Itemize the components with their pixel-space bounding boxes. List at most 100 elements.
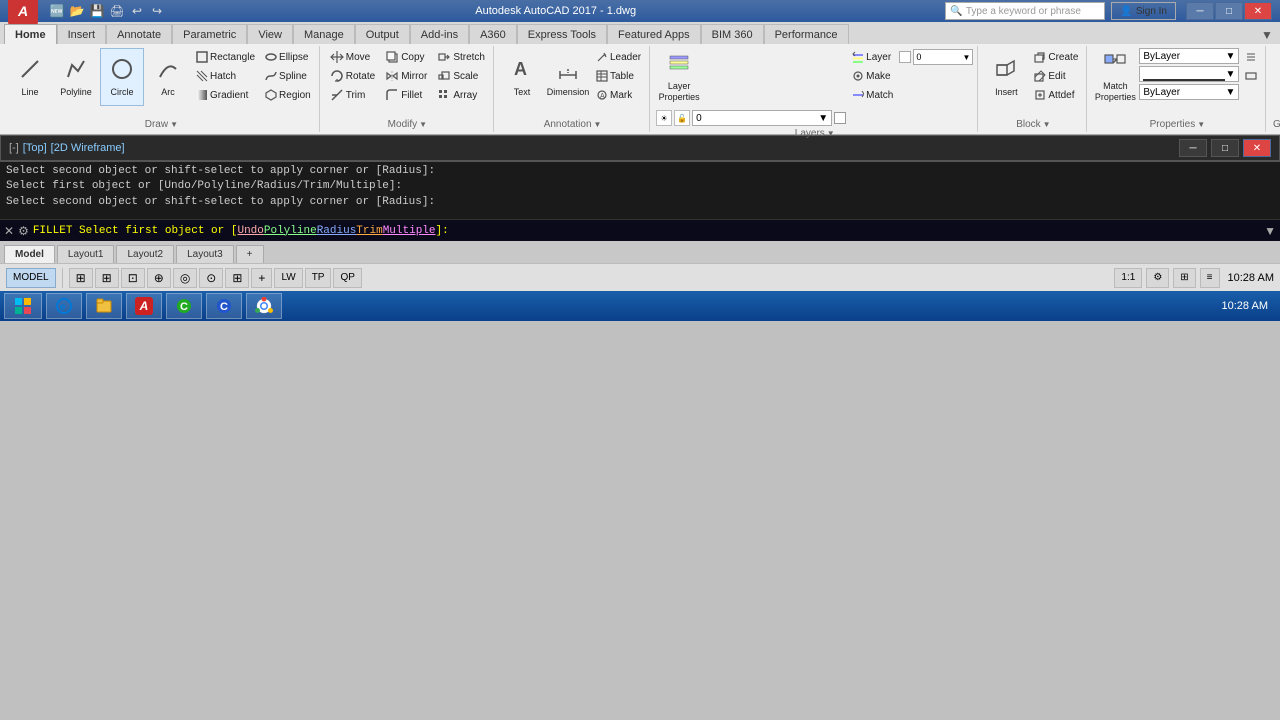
draw-region-btn[interactable]: Region bbox=[261, 86, 315, 104]
taskbar-explorer[interactable] bbox=[86, 293, 122, 319]
dyn-btn[interactable]: + bbox=[251, 268, 272, 288]
layer-make-current-btn[interactable]: Make bbox=[848, 67, 897, 85]
draw-rect-btn[interactable]: Rectangle bbox=[192, 48, 259, 66]
qa-save[interactable]: 💾 bbox=[88, 2, 106, 20]
draw-gradient-btn[interactable]: Gradient bbox=[192, 86, 259, 104]
modify-fillet-btn[interactable]: Fillet bbox=[381, 86, 431, 104]
properties-dropdown-arrow[interactable]: ▼ bbox=[1197, 120, 1205, 129]
cmd-settings-icon[interactable]: ⚙ bbox=[18, 224, 29, 238]
layer-properties-btn[interactable]: LayerProperties bbox=[656, 48, 702, 106]
match-properties-btn[interactable]: MatchProperties bbox=[1093, 48, 1137, 106]
modify-mirror-btn[interactable]: Mirror bbox=[381, 67, 431, 85]
search-bar[interactable]: 🔍 Type a keyword or phrase bbox=[945, 2, 1105, 20]
draw-dropdown-arrow[interactable]: ▼ bbox=[170, 120, 178, 129]
workspace-btn[interactable]: ⚙ bbox=[1146, 268, 1169, 288]
block-dropdown-arrow[interactable]: ▼ bbox=[1043, 120, 1051, 129]
tab-layout3[interactable]: Layout3 bbox=[176, 245, 234, 263]
modify-rotate-btn[interactable]: Rotate bbox=[326, 67, 379, 85]
tab-insert[interactable]: Insert bbox=[57, 24, 107, 44]
layer-dropdown[interactable]: 0 ▼ bbox=[692, 110, 832, 126]
modify-stretch-btn[interactable]: Stretch bbox=[433, 48, 489, 66]
osnap-btn[interactable]: ◎ bbox=[173, 268, 197, 288]
props-list-btn[interactable] bbox=[1241, 48, 1261, 66]
otrack-btn[interactable]: ⊙ bbox=[199, 268, 223, 288]
window-max-btn[interactable]: □ bbox=[1215, 2, 1243, 20]
start-btn[interactable] bbox=[4, 293, 42, 319]
polar-btn[interactable]: ⊕ bbox=[147, 268, 171, 288]
draw-arc-btn[interactable]: Arc bbox=[146, 48, 190, 106]
taskbar-item-blue-c[interactable]: C bbox=[206, 293, 242, 319]
taskbar-autocad[interactable]: A bbox=[126, 293, 162, 319]
qa-new[interactable]: 🆕 bbox=[48, 2, 66, 20]
viewport-restore-btn[interactable]: □ bbox=[1211, 139, 1239, 157]
layer-lock-btn[interactable]: 🔓 bbox=[674, 110, 690, 126]
clean-screen-btn[interactable]: ⊞ bbox=[1173, 268, 1195, 288]
modify-array-btn[interactable]: Array bbox=[433, 86, 489, 104]
annotation-text-btn[interactable]: A Text bbox=[500, 48, 544, 106]
draw-hatch-btn[interactable]: Hatch bbox=[192, 67, 259, 85]
annotation-scale-btn[interactable]: 1:1 bbox=[1114, 268, 1142, 288]
cmd-cancel-icon[interactable]: ✕ bbox=[4, 224, 14, 238]
tab-performance[interactable]: Performance bbox=[764, 24, 849, 44]
modify-copy-btn[interactable]: Copy bbox=[381, 48, 431, 66]
draw-polyline-btn[interactable]: Polyline bbox=[54, 48, 98, 106]
modify-dropdown-arrow[interactable]: ▼ bbox=[419, 120, 427, 129]
layer-freeze-btn[interactable]: ☀ bbox=[656, 110, 672, 126]
block-edit-btn[interactable]: Edit bbox=[1030, 67, 1082, 85]
model-btn[interactable]: MODEL bbox=[6, 268, 56, 288]
modify-scale-btn[interactable]: Scale bbox=[433, 67, 489, 85]
modify-trim-btn[interactable]: Trim bbox=[326, 86, 379, 104]
tab-layout1[interactable]: Layout1 bbox=[57, 245, 115, 263]
tab-output[interactable]: Output bbox=[355, 24, 410, 44]
layer-match-btn[interactable]: Match bbox=[848, 86, 897, 104]
layers-dropdown-arrow[interactable]: ▼ bbox=[827, 129, 835, 138]
dynucs-btn[interactable]: ⊞ bbox=[225, 268, 249, 288]
tab-home[interactable]: Home bbox=[4, 24, 57, 44]
tab-layout2[interactable]: Layout2 bbox=[116, 245, 174, 263]
tab-add[interactable]: + bbox=[236, 245, 264, 263]
qa-open[interactable]: 📂 bbox=[68, 2, 86, 20]
tab-manage[interactable]: Manage bbox=[293, 24, 355, 44]
annotation-leader-btn[interactable]: Leader bbox=[592, 48, 645, 66]
annotation-dropdown-arrow[interactable]: ▼ bbox=[594, 120, 602, 129]
props-quick-btn[interactable] bbox=[1241, 67, 1261, 85]
tab-model[interactable]: Model bbox=[4, 245, 55, 263]
linetype-dropdown[interactable]: ▼ bbox=[1139, 66, 1239, 82]
qp-btn[interactable]: QP bbox=[333, 268, 361, 288]
tab-bim360[interactable]: BIM 360 bbox=[701, 24, 764, 44]
draw-spline-btn[interactable]: Spline bbox=[261, 67, 315, 85]
annotation-dimension-btn[interactable]: Dimension bbox=[546, 48, 590, 106]
tab-express-tools[interactable]: Express Tools bbox=[517, 24, 607, 44]
viewport-menu-btn[interactable]: [-] bbox=[9, 142, 19, 154]
window-min-btn[interactable]: ─ bbox=[1186, 2, 1214, 20]
color-dropdown[interactable]: ByLayer ▼ bbox=[1139, 48, 1239, 64]
ribbon-collapse-btn[interactable]: ▼ bbox=[1258, 26, 1276, 44]
sign-in-btn[interactable]: 👤 Sign In bbox=[1111, 2, 1176, 20]
tp-btn[interactable]: TP bbox=[305, 268, 332, 288]
taskbar-ie[interactable]: e bbox=[46, 293, 82, 319]
qa-redo[interactable]: ↪ bbox=[148, 2, 166, 20]
tab-parametric[interactable]: Parametric bbox=[172, 24, 247, 44]
command-input[interactable]: FILLET Select first object or [Undo Poly… bbox=[33, 225, 1260, 237]
draw-circle-btn[interactable]: Circle bbox=[100, 48, 144, 106]
tab-a360[interactable]: A360 bbox=[469, 24, 517, 44]
draw-line-btn[interactable]: Line bbox=[8, 48, 52, 106]
tab-annotate[interactable]: Annotate bbox=[106, 24, 172, 44]
block-insert-btn[interactable]: Insert bbox=[984, 48, 1028, 106]
block-create-btn[interactable]: Create bbox=[1030, 48, 1082, 66]
snap-btn[interactable]: ⊞ bbox=[69, 268, 93, 288]
grid-btn[interactable]: ⊞ bbox=[95, 268, 119, 288]
taskbar-item-green-c[interactable]: C bbox=[166, 293, 202, 319]
viewport-close-btn[interactable]: ✕ bbox=[1243, 139, 1271, 157]
tab-view[interactable]: View bbox=[247, 24, 293, 44]
annotation-mark-btn[interactable]: A Mark bbox=[592, 86, 645, 104]
ortho-btn[interactable]: ⊡ bbox=[121, 268, 145, 288]
customization-btn[interactable]: ≡ bbox=[1200, 268, 1220, 288]
cmd-dropdown-icon[interactable]: ▼ bbox=[1264, 224, 1276, 238]
tab-featured-apps[interactable]: Featured Apps bbox=[607, 24, 701, 44]
qa-plot[interactable]: 🖨 bbox=[108, 2, 126, 20]
viewport-view-btn[interactable]: [Top] bbox=[23, 142, 47, 154]
qa-undo[interactable]: ↩ bbox=[128, 2, 146, 20]
color-input[interactable]: 0 ▼ bbox=[913, 49, 973, 65]
lineweight-dropdown[interactable]: ByLayer ▼ bbox=[1139, 84, 1239, 100]
